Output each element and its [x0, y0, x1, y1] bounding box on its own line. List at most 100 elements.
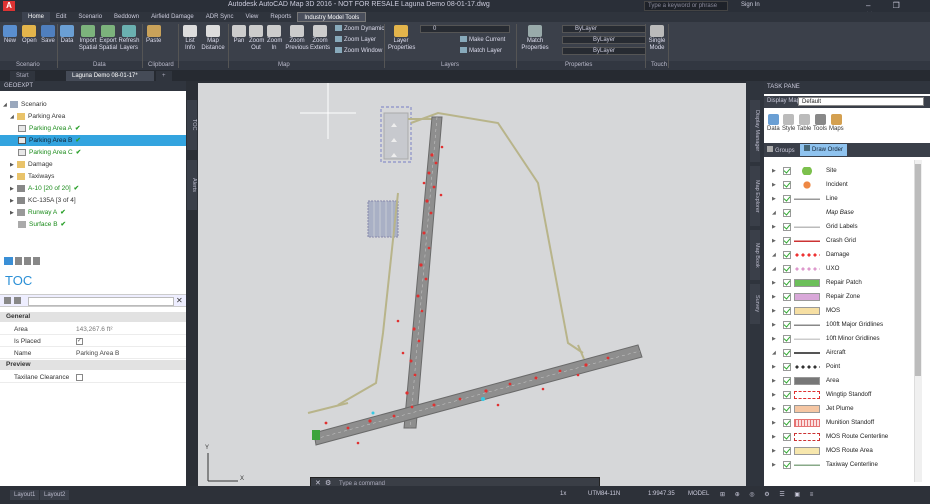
tab-industry-model-tools[interactable]: Industry Model Tools: [297, 12, 367, 22]
lineweight-dropdown[interactable]: ByLayer: [562, 47, 646, 55]
layer-row[interactable]: ▶ Munition Standoff: [766, 416, 914, 430]
layer-row[interactable]: ▶ Incident: [766, 178, 914, 192]
tree-item-runway-a[interactable]: ▶ Runway A ✔: [10, 207, 66, 218]
model-space-toggle[interactable]: MODEL: [688, 491, 709, 497]
tab-edit[interactable]: Edit: [50, 12, 72, 22]
side-tab-map-explorer[interactable]: Map Explorer: [750, 166, 760, 226]
layer-row[interactable]: ◢ Damage: [766, 248, 914, 262]
zoom-dynamic-button[interactable]: Zoom Dynamic: [335, 25, 384, 33]
tree-item-scenario[interactable]: ◢ Scenario: [3, 99, 47, 110]
layer-row[interactable]: ▶ MOS Route Area: [766, 444, 914, 458]
expand-icon[interactable]: ▶: [772, 402, 776, 416]
expand-icon[interactable]: ▶: [772, 332, 776, 346]
expand-icon[interactable]: ◢: [3, 100, 10, 111]
tree-item-surface-b[interactable]: Surface B ✔: [18, 219, 66, 230]
expand-icon[interactable]: ▶: [10, 184, 17, 195]
tree-item-parking-area-c[interactable]: Parking Area C ✔: [18, 147, 81, 158]
layer-row[interactable]: ◢ Map Base: [766, 206, 914, 220]
tab-adr-sync[interactable]: ADR Sync: [200, 12, 240, 22]
expand-icon[interactable]: ◢: [10, 112, 17, 123]
layer-row[interactable]: ▶ Repair Zone: [766, 290, 914, 304]
side-tab-display-manager[interactable]: Display Manager: [750, 100, 760, 162]
layer-row[interactable]: ▶ Repair Patch: [766, 276, 914, 290]
expand-icon[interactable]: ▶: [772, 318, 776, 332]
tab-reports[interactable]: Reports: [264, 12, 297, 22]
new-button[interactable]: New: [3, 25, 17, 45]
status-icons[interactable]: ⊞ ⊕ ◎ ⚙ ☰ ▣ ≡: [720, 491, 817, 498]
display-map-dropdown[interactable]: Default: [798, 97, 924, 106]
tool-maps[interactable]: Maps: [829, 114, 844, 132]
make-current-button[interactable]: Make Current: [460, 36, 505, 44]
property-value[interactable]: Parking Area B: [76, 348, 119, 359]
tool-data[interactable]: Data: [767, 114, 780, 132]
linetype-dropdown[interactable]: ByLayer: [562, 36, 646, 44]
expand-icon[interactable]: ▶: [772, 178, 776, 192]
tree-item-parking-area-b[interactable]: Parking Area B ✔: [0, 135, 186, 146]
expand-icon[interactable]: ▶: [772, 430, 776, 444]
layer-row[interactable]: ▶ MOS: [766, 304, 914, 318]
tree-item-taxiways[interactable]: ▶ Taxiways: [10, 171, 54, 182]
expand-icon[interactable]: ▶: [772, 276, 776, 290]
expand-icon[interactable]: ▶: [772, 374, 776, 388]
tree-item-parking-area-a[interactable]: Parking Area A ✔: [18, 123, 80, 134]
layer-visibility-checkbox[interactable]: [783, 237, 791, 245]
tree-item-parking-area[interactable]: ◢ Parking Area: [10, 111, 65, 122]
import-spatial-button[interactable]: Import Spatial: [78, 25, 98, 52]
layer-row[interactable]: ▶ Site: [766, 164, 914, 178]
expand-icon[interactable]: ◢: [772, 248, 776, 262]
expand-icon[interactable]: ▶: [10, 196, 17, 207]
expand-icon[interactable]: ▶: [10, 160, 17, 171]
expand-icon[interactable]: ▶: [10, 208, 17, 219]
tool-style[interactable]: Style: [782, 114, 795, 132]
layer-visibility-checkbox[interactable]: [783, 167, 791, 175]
layer-visibility-checkbox[interactable]: [783, 321, 791, 329]
expand-icon[interactable]: ▶: [772, 220, 776, 234]
expand-icon[interactable]: ▶: [10, 172, 17, 183]
layer-visibility-checkbox[interactable]: [783, 181, 791, 189]
export-spatial-button[interactable]: Export Spatial: [98, 25, 118, 52]
doc-tab-active[interactable]: Laguna Demo 08-01-17*: [66, 71, 154, 81]
layer-row[interactable]: ▶ 10ft Minor Gridlines: [766, 332, 914, 346]
refresh-layers-button[interactable]: Refresh Layers: [118, 25, 140, 52]
layer-properties-button[interactable]: Layer Properties: [388, 25, 415, 52]
section-general[interactable]: General: [0, 312, 186, 322]
expand-icon[interactable]: ▶: [772, 234, 776, 248]
side-tab-survey[interactable]: Survey: [750, 284, 760, 324]
color-dropdown[interactable]: ByLayer: [562, 25, 646, 33]
toc-view-toolbar[interactable]: [4, 257, 40, 267]
category-icon[interactable]: [14, 297, 21, 304]
section-preview[interactable]: Preview: [0, 360, 186, 370]
layer-visibility-checkbox[interactable]: [783, 307, 791, 315]
layer-visibility-checkbox[interactable]: [783, 391, 791, 399]
layout-tab-2[interactable]: Layout2: [40, 490, 70, 500]
expand-icon[interactable]: ◢: [772, 262, 776, 276]
checkbox[interactable]: ✓: [76, 337, 83, 345]
layer-row[interactable]: ◢ UXO: [766, 262, 914, 276]
layer-row[interactable]: ▶ Jet Plume: [766, 402, 914, 416]
side-tab-map-book[interactable]: Map Book: [750, 230, 760, 280]
side-tab-toc[interactable]: TOC: [187, 100, 197, 150]
single-mode-button[interactable]: Single Mode: [648, 25, 666, 52]
layer-visibility-checkbox[interactable]: [783, 433, 791, 441]
layer-row[interactable]: ▶ Crash Grid: [766, 234, 914, 248]
taxilane-checkbox[interactable]: [76, 372, 83, 383]
layer-visibility-checkbox[interactable]: [783, 209, 791, 217]
layer-dropdown[interactable]: 0: [420, 25, 510, 33]
new-tab-button[interactable]: +: [156, 71, 172, 81]
layer-visibility-checkbox[interactable]: [783, 335, 791, 343]
layer-row[interactable]: ▶ 100ft Major Gridlines: [766, 318, 914, 332]
expand-icon[interactable]: ▶: [772, 458, 776, 472]
layer-visibility-checkbox[interactable]: [783, 363, 791, 371]
layer-visibility-checkbox[interactable]: [783, 419, 791, 427]
layer-row[interactable]: ▶ Wingtip Standoff: [766, 388, 914, 402]
layer-visibility-checkbox[interactable]: [783, 223, 791, 231]
layer-row[interactable]: ▶ Taxiway Centerline: [766, 458, 914, 472]
expand-icon[interactable]: ▶: [772, 290, 776, 304]
layout-tab-1[interactable]: Layout1: [10, 490, 40, 500]
zoom-layer-button[interactable]: Zoom Layer: [335, 36, 376, 44]
layer-visibility-checkbox[interactable]: [783, 447, 791, 455]
checkbox[interactable]: [76, 373, 83, 381]
property-filter-input[interactable]: [28, 297, 174, 306]
table-view-icon[interactable]: [24, 257, 31, 265]
zoom-previous-button[interactable]: Zoom Previous: [285, 25, 309, 52]
